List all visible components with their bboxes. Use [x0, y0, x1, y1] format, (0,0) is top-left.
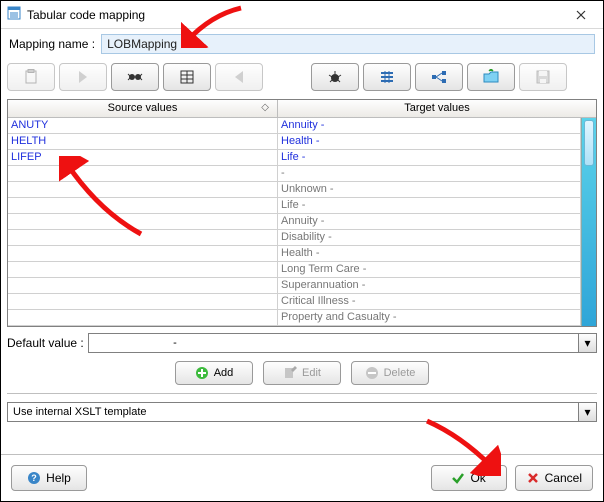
- target-cell: Critical Illness -: [278, 294, 581, 309]
- toolbar-table-button[interactable]: [163, 63, 211, 91]
- table-row[interactable]: Health -: [8, 246, 581, 262]
- source-cell: [8, 198, 278, 213]
- toolbar-prev-button[interactable]: [215, 63, 263, 91]
- source-cell: [8, 182, 278, 197]
- target-cell: Life -: [278, 150, 581, 165]
- table-row[interactable]: Critical Illness -: [8, 294, 581, 310]
- xslt-row: Use internal XSLT template ▾: [7, 402, 597, 422]
- edit-button[interactable]: Edit: [263, 361, 341, 385]
- toolbar-grid-button[interactable]: [363, 63, 411, 91]
- toolbar-clipboard-button[interactable]: [7, 63, 55, 91]
- table-row[interactable]: -: [8, 166, 581, 182]
- footer: ? Help Ok Cancel: [1, 454, 603, 501]
- table-row[interactable]: Superannuation -: [8, 278, 581, 294]
- table-row[interactable]: ANUTYAnnuity -: [8, 118, 581, 134]
- target-cell: Disability -: [278, 230, 581, 245]
- xslt-template-text: Use internal XSLT template: [8, 406, 578, 418]
- target-cell: Health -: [278, 246, 581, 261]
- target-cell: Annuity -: [278, 118, 581, 133]
- default-value-row: Default value : - ▾: [7, 333, 597, 353]
- target-cell: Long Term Care -: [278, 262, 581, 277]
- target-cell: -: [278, 166, 581, 181]
- title-bar: Tabular code mapping: [1, 1, 603, 29]
- table-row[interactable]: Life -: [8, 198, 581, 214]
- table-header-row: Source values ◇ Target values: [8, 100, 596, 118]
- help-button[interactable]: ? Help: [11, 465, 87, 491]
- svg-text:?: ?: [31, 473, 37, 483]
- source-cell: [8, 278, 278, 293]
- target-cell: Unknown -: [278, 182, 581, 197]
- add-button[interactable]: Add: [175, 361, 253, 385]
- ok-button[interactable]: Ok: [431, 465, 507, 491]
- source-cell: ANUTY: [8, 118, 278, 133]
- dropdown-arrow-icon[interactable]: ▾: [578, 334, 596, 352]
- source-cell: LIFEP: [8, 150, 278, 165]
- default-value-label: Default value :: [7, 336, 84, 350]
- toolbar-save-button[interactable]: [519, 63, 567, 91]
- target-cell: Property and Casualty -: [278, 310, 581, 325]
- app-icon: [7, 6, 21, 23]
- toolbar-bugs-button[interactable]: [111, 63, 159, 91]
- target-cell: Life -: [278, 198, 581, 213]
- header-source[interactable]: Source values ◇: [8, 100, 278, 117]
- default-value-combo[interactable]: - ▾: [88, 333, 597, 353]
- aed-row: Add Edit Delete: [1, 353, 603, 393]
- vertical-scrollbar[interactable]: [581, 118, 596, 326]
- table-row[interactable]: Property and Casualty -: [8, 310, 581, 326]
- sort-indicator-icon: ◇: [261, 102, 269, 113]
- delete-button[interactable]: Delete: [351, 361, 429, 385]
- dropdown-arrow-icon[interactable]: ▾: [578, 403, 596, 421]
- source-cell: HELTH: [8, 134, 278, 149]
- toolbar-mapping-button[interactable]: [415, 63, 463, 91]
- cancel-button[interactable]: Cancel: [515, 465, 593, 491]
- source-cell: [8, 294, 278, 309]
- table-row[interactable]: Unknown -: [8, 182, 581, 198]
- mapping-name-label: Mapping name :: [9, 37, 95, 51]
- source-cell: [8, 246, 278, 261]
- source-cell: [8, 310, 278, 325]
- toolbar: [1, 59, 603, 99]
- table-row[interactable]: Annuity -: [8, 214, 581, 230]
- mapping-table: Source values ◇ Target values ANUTYAnnui…: [7, 99, 597, 327]
- source-cell: [8, 214, 278, 229]
- target-cell: Health -: [278, 134, 581, 149]
- toolbar-open-button[interactable]: [467, 63, 515, 91]
- mapping-name-input[interactable]: [101, 34, 595, 54]
- source-cell: [8, 166, 278, 181]
- table-row[interactable]: LIFEPLife -: [8, 150, 581, 166]
- source-cell: [8, 230, 278, 245]
- scrollbar-thumb[interactable]: [584, 120, 594, 166]
- close-button[interactable]: [565, 3, 597, 27]
- window-title: Tabular code mapping: [27, 8, 559, 22]
- toolbar-bug-button[interactable]: [311, 63, 359, 91]
- table-row[interactable]: HELTHHealth -: [8, 134, 581, 150]
- table-row[interactable]: Long Term Care -: [8, 262, 581, 278]
- target-cell: Superannuation -: [278, 278, 581, 293]
- mapping-name-row: Mapping name :: [1, 29, 603, 59]
- source-cell: [8, 262, 278, 277]
- header-target[interactable]: Target values: [278, 100, 596, 117]
- xslt-template-combo[interactable]: Use internal XSLT template ▾: [7, 402, 597, 422]
- target-cell: Annuity -: [278, 214, 581, 229]
- table-row[interactable]: Disability -: [8, 230, 581, 246]
- default-value-text: -: [89, 337, 578, 349]
- toolbar-next-button[interactable]: [59, 63, 107, 91]
